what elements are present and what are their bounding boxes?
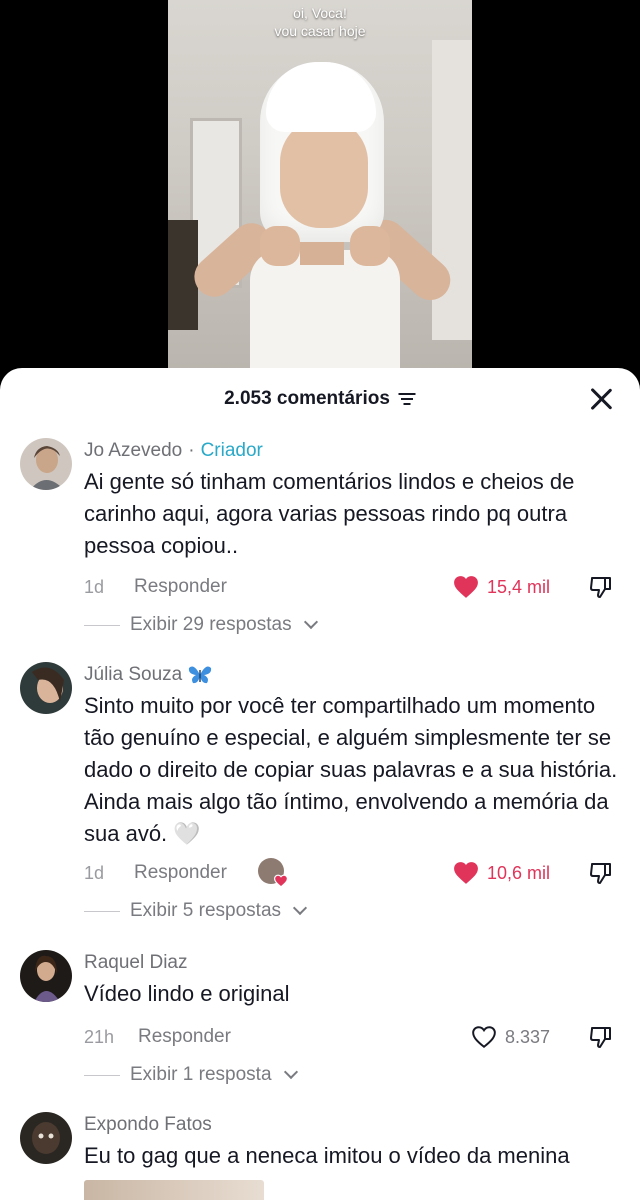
comment-author[interactable]: Raquel Diaz: [84, 952, 188, 974]
chevron-down-icon: [292, 900, 308, 916]
reply-button[interactable]: Responder: [138, 1026, 231, 1048]
hair-towel-top: [266, 62, 376, 132]
close-icon[interactable]: [588, 386, 614, 412]
comment-author-row: Júlia Souza: [84, 662, 622, 688]
comment-author[interactable]: Jo Azevedo: [84, 440, 182, 462]
comment-author-row: Expondo Fatos: [84, 1112, 622, 1138]
comments-count-filter[interactable]: 2.053 comentários: [224, 388, 416, 410]
creator-liked-indicator: [258, 858, 288, 888]
like-button[interactable]: 10,6 mil: [453, 861, 550, 885]
creator-badge: Criador: [200, 440, 263, 461]
author-separator: ·: [188, 440, 195, 461]
chevron-down-icon: [283, 1064, 298, 1080]
like-count: 15,4 mil: [486, 576, 550, 597]
comments-header: 2.053 comentários: [0, 368, 640, 430]
filter-icon[interactable]: [398, 392, 416, 406]
comment-body: Jo Azevedo · Criador Ai gente só tinham …: [84, 438, 622, 635]
person-hands: [260, 226, 390, 266]
like-count: 10,6 mil: [486, 862, 550, 883]
dislike-icon[interactable]: [588, 860, 614, 886]
hand-right: [350, 226, 390, 266]
comments-sheet: 2.053 comentários Jo Azevedo · Criador A…: [0, 368, 640, 1200]
video-caption: oi, Voca! vou casar hoje: [168, 4, 472, 40]
comment-time: 21h: [84, 1026, 115, 1047]
person-face: [280, 118, 368, 228]
blue-butterfly-icon: [189, 666, 212, 684]
comment-text: Vídeo lindo e original: [84, 981, 290, 1006]
comment-author-row: Jo Azevedo · Criador: [84, 438, 622, 464]
comment-author[interactable]: Expondo Fatos: [84, 1114, 212, 1136]
video-player[interactable]: oi, Voca! vou casar hoje: [0, 0, 640, 380]
replies-divider: [84, 1074, 120, 1076]
dislike-icon[interactable]: [588, 574, 614, 600]
avatar[interactable]: [20, 950, 72, 1002]
view-replies[interactable]: Exibir 5 respostas: [84, 900, 308, 922]
comment-body: Júlia Souza Sinto muito por você ter com…: [84, 662, 622, 921]
hand-left: [260, 226, 300, 266]
comment-meta: 21h Responder 8.337: [84, 1022, 622, 1052]
video-frame[interactable]: oi, Voca! vou casar hoje: [168, 0, 472, 380]
comment-meta: 1d Responder 15,4 mil: [84, 572, 622, 602]
replies-label: Exibir 5 respostas: [130, 900, 282, 921]
heart-filled-icon: [454, 862, 478, 884]
chevron-down-icon: [303, 614, 318, 630]
like-count: 8.337: [504, 1026, 550, 1047]
replies-label: Exibir 1 resposta: [130, 1064, 272, 1085]
avatar[interactable]: [20, 1112, 72, 1164]
comment-text: Ai gente só tinham comentários lindos e …: [84, 469, 575, 558]
caption-line-1: oi, Voca!: [293, 5, 347, 21]
comment-author[interactable]: Júlia Souza: [84, 664, 182, 686]
view-replies[interactable]: Exibir 1 resposta: [84, 1064, 298, 1086]
avatar[interactable]: [20, 662, 72, 714]
heart-small-icon: [274, 874, 288, 888]
replies-divider: [84, 624, 120, 626]
comment-time: 1d: [84, 576, 105, 597]
comment-meta: 1d Responder 10,6 mil: [84, 858, 622, 888]
avatar[interactable]: [20, 438, 72, 490]
person-dress: [250, 250, 400, 380]
view-replies[interactable]: Exibir 29 respostas: [84, 614, 318, 636]
comment-text: Sinto muito por você ter compartilhado u…: [84, 693, 618, 846]
comment-body: Raquel Diaz Vídeo lindo e original 21h R…: [84, 950, 622, 1085]
comment-time: 1d: [84, 862, 105, 883]
replies-divider: [84, 910, 120, 912]
dislike-icon[interactable]: [588, 1024, 614, 1050]
like-button[interactable]: 8.337: [471, 1025, 550, 1049]
comments-count: 2.053 comentários: [224, 388, 390, 409]
comment-author-row: Raquel Diaz: [84, 950, 622, 976]
comment-body: Expondo Fatos Eu to gag que a neneca imi…: [84, 1112, 622, 1172]
replies-label: Exibir 29 respostas: [130, 614, 292, 635]
heart-filled-icon: [454, 576, 478, 598]
comment-image-thumbnail[interactable]: [84, 1180, 264, 1200]
comment-text: Eu to gag que a neneca imitou o vídeo da…: [84, 1143, 570, 1168]
caption-line-2: vou casar hoje: [274, 23, 366, 39]
reply-button[interactable]: Responder: [134, 576, 227, 598]
heart-outline-icon: [472, 1026, 496, 1048]
like-button[interactable]: 15,4 mil: [453, 575, 550, 599]
reply-button[interactable]: Responder: [134, 862, 227, 884]
